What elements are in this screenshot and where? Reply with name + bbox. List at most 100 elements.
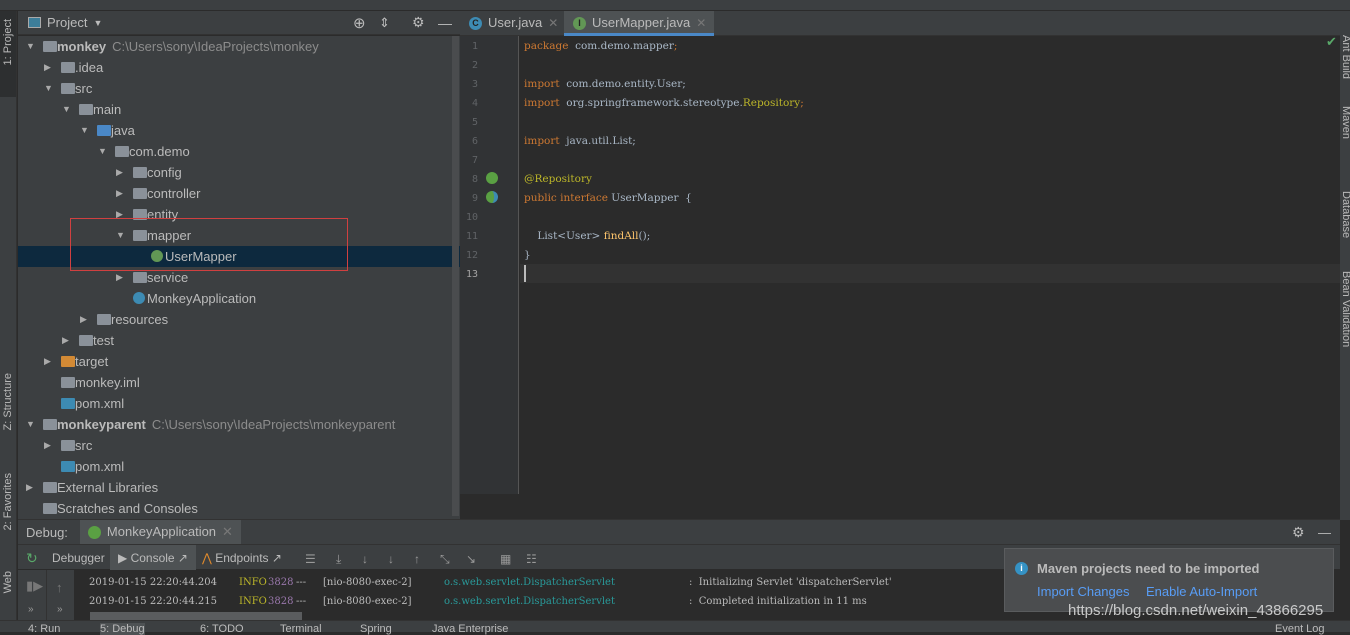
chevron-down-icon[interactable]: ▼ bbox=[93, 18, 102, 28]
locate-icon[interactable]: ⊕ bbox=[353, 14, 366, 32]
web-tool-button[interactable]: Web bbox=[2, 571, 14, 593]
enable-auto-import-link[interactable]: Enable Auto-Import bbox=[1146, 584, 1257, 599]
code-token: public interface bbox=[524, 192, 608, 204]
code-editor[interactable]: package com.demo.mapper; import com.demo.… bbox=[520, 36, 1340, 494]
import-changes-link[interactable]: Import Changes bbox=[1037, 584, 1130, 599]
iml-file-icon bbox=[61, 377, 75, 388]
tree-item[interactable]: ▶ .idea bbox=[18, 57, 460, 78]
menu-icon[interactable]: ☰ bbox=[305, 552, 316, 566]
tree-item[interactable]: pom.xml bbox=[18, 456, 460, 477]
tree-item-label: controller bbox=[147, 186, 201, 201]
tree-item[interactable]: ▶ resources bbox=[18, 309, 460, 330]
minimize-icon[interactable]: — bbox=[438, 15, 452, 31]
tree-item-label: Scratches and Consoles bbox=[57, 501, 198, 516]
step-out-icon[interactable]: ↑ bbox=[414, 552, 420, 566]
resume-icon[interactable]: ▮▶ bbox=[26, 578, 43, 594]
line-number: 3 bbox=[471, 79, 478, 90]
tree-item[interactable]: ▼ monkey C:\Users\sony\IdeaProjects\monkey bbox=[18, 36, 460, 57]
expanded-arrow-icon[interactable]: ▼ bbox=[26, 36, 35, 57]
bottom-tab[interactable]: 4: Run bbox=[28, 623, 60, 635]
maven-file-icon bbox=[61, 461, 75, 472]
maven-file-icon bbox=[61, 398, 75, 409]
tree-item[interactable]: pom.xml bbox=[18, 393, 460, 414]
tree-item[interactable]: ▶ test bbox=[18, 330, 460, 351]
tab-endpoints[interactable]: ⋀ Endpoints ↗ bbox=[202, 545, 282, 571]
bean-validation-tool-button[interactable]: Bean Validation bbox=[1340, 271, 1350, 347]
scroll-up-icon[interactable]: ↑ bbox=[56, 580, 63, 595]
tab-debugger[interactable]: Debugger bbox=[52, 545, 105, 571]
tree-item[interactable]: ▶ config bbox=[18, 162, 460, 183]
tree-item[interactable]: MonkeyApplication bbox=[18, 288, 460, 309]
trace-icon[interactable]: ☷ bbox=[526, 552, 537, 566]
tab-console[interactable]: ▶ Console ↗ bbox=[110, 545, 196, 571]
maven-tool-button[interactable]: Maven bbox=[1340, 106, 1350, 139]
spring-bean-icon[interactable] bbox=[486, 172, 498, 184]
log-logger: o.s.web.servlet.DispatcherServlet bbox=[444, 596, 615, 607]
tree-item[interactable]: ▶ src bbox=[18, 435, 460, 456]
collapsed-arrow-icon[interactable]: ▶ bbox=[44, 57, 51, 78]
bottom-tab[interactable]: 6: TODO bbox=[200, 623, 244, 635]
tree-item[interactable]: ▶ controller bbox=[18, 183, 460, 204]
expanded-arrow-icon[interactable]: ▼ bbox=[44, 78, 53, 99]
tree-item[interactable]: ▶ External Libraries bbox=[18, 477, 460, 498]
bottom-tab[interactable]: Spring bbox=[360, 623, 392, 635]
tree-item[interactable]: ▼ com.demo bbox=[18, 141, 460, 162]
collapse-all-icon[interactable]: ⇕ bbox=[379, 15, 390, 31]
more-icon[interactable]: » bbox=[57, 604, 63, 615]
code-token: org.springframework.stereotype. bbox=[559, 97, 743, 109]
tree-item[interactable]: ▼ monkeyparent C:\Users\sony\IdeaProjects\… bbox=[18, 414, 460, 435]
close-icon[interactable]: ✕ bbox=[548, 16, 558, 30]
show-execution-point-icon[interactable]: ⤓ bbox=[336, 552, 341, 567]
gear-icon[interactable]: ⚙ bbox=[1292, 524, 1305, 541]
tree-scrollbar[interactable] bbox=[452, 36, 459, 516]
tree-item[interactable]: ▼ java bbox=[18, 120, 460, 141]
tree-item[interactable]: Scratches and Consoles bbox=[18, 498, 460, 519]
run-to-cursor-icon[interactable]: ↘ bbox=[466, 552, 476, 566]
database-tool-button[interactable]: Database bbox=[1340, 191, 1350, 238]
console-hscrollbar[interactable] bbox=[90, 612, 302, 620]
project-tool-button[interactable]: 1: Project bbox=[2, 19, 14, 65]
bottom-tab[interactable]: Event Log bbox=[1275, 623, 1325, 635]
bottom-tab[interactable]: Terminal bbox=[280, 623, 322, 635]
collapsed-arrow-icon[interactable]: ▶ bbox=[80, 309, 87, 330]
drop-frame-icon[interactable]: ⤡ bbox=[440, 552, 450, 567]
gear-icon[interactable]: ⚙ bbox=[412, 14, 425, 31]
debug-session-tab[interactable]: MonkeyApplication ✕ bbox=[79, 520, 241, 544]
more-icon[interactable]: » bbox=[28, 604, 34, 615]
evaluate-icon[interactable]: ▦ bbox=[500, 552, 511, 566]
expanded-arrow-icon[interactable]: ▼ bbox=[26, 414, 35, 435]
log-thread: [nio-8080-exec-2] bbox=[323, 577, 412, 588]
bottom-tab[interactable]: 5: Debug bbox=[100, 623, 145, 635]
collapsed-arrow-icon[interactable]: ▶ bbox=[62, 330, 69, 351]
collapsed-arrow-icon[interactable]: ▶ bbox=[44, 351, 51, 372]
code-token: ; bbox=[800, 97, 804, 109]
close-icon[interactable]: ✕ bbox=[696, 16, 706, 30]
ant-build-tool-button[interactable]: Ant Build bbox=[1340, 35, 1350, 79]
favorites-tool-button[interactable]: 2: Favorites bbox=[2, 473, 14, 530]
collapsed-arrow-icon[interactable]: ▶ bbox=[44, 435, 51, 456]
bottom-tab[interactable]: Java Enterprise bbox=[432, 623, 508, 635]
tab-usermapper-java[interactable]: I UserMapper.java ✕ bbox=[564, 11, 714, 36]
log-level: INFO bbox=[239, 577, 267, 588]
step-into-icon[interactable]: ↓ bbox=[388, 552, 394, 566]
collapsed-arrow-icon[interactable]: ▶ bbox=[116, 162, 123, 183]
collapsed-arrow-icon[interactable]: ▶ bbox=[116, 183, 123, 204]
tree-item[interactable]: ▼ main bbox=[18, 99, 460, 120]
collapsed-arrow-icon[interactable]: ▶ bbox=[26, 477, 33, 498]
tree-item[interactable]: ▼ src bbox=[18, 78, 460, 99]
minimize-icon[interactable]: — bbox=[1318, 525, 1331, 540]
tab-user-java[interactable]: C User.java ✕ bbox=[460, 11, 564, 36]
tree-item[interactable]: ▶ target bbox=[18, 351, 460, 372]
rerun-icon[interactable]: ↻ bbox=[26, 550, 38, 567]
code-line: @Repository bbox=[524, 173, 592, 185]
expanded-arrow-icon[interactable]: ▼ bbox=[98, 141, 107, 162]
step-over-icon[interactable]: ↓ bbox=[362, 552, 368, 566]
close-icon[interactable]: ✕ bbox=[222, 520, 233, 544]
spring-interface-icon[interactable] bbox=[486, 191, 498, 203]
structure-tool-button[interactable]: Z: Structure bbox=[2, 373, 14, 430]
expanded-arrow-icon[interactable]: ▼ bbox=[80, 120, 89, 141]
tree-item[interactable]: monkey.iml bbox=[18, 372, 460, 393]
expanded-arrow-icon[interactable]: ▼ bbox=[62, 99, 71, 120]
line-number: 12 bbox=[465, 250, 478, 261]
project-view-selector[interactable]: Project bbox=[47, 15, 87, 30]
